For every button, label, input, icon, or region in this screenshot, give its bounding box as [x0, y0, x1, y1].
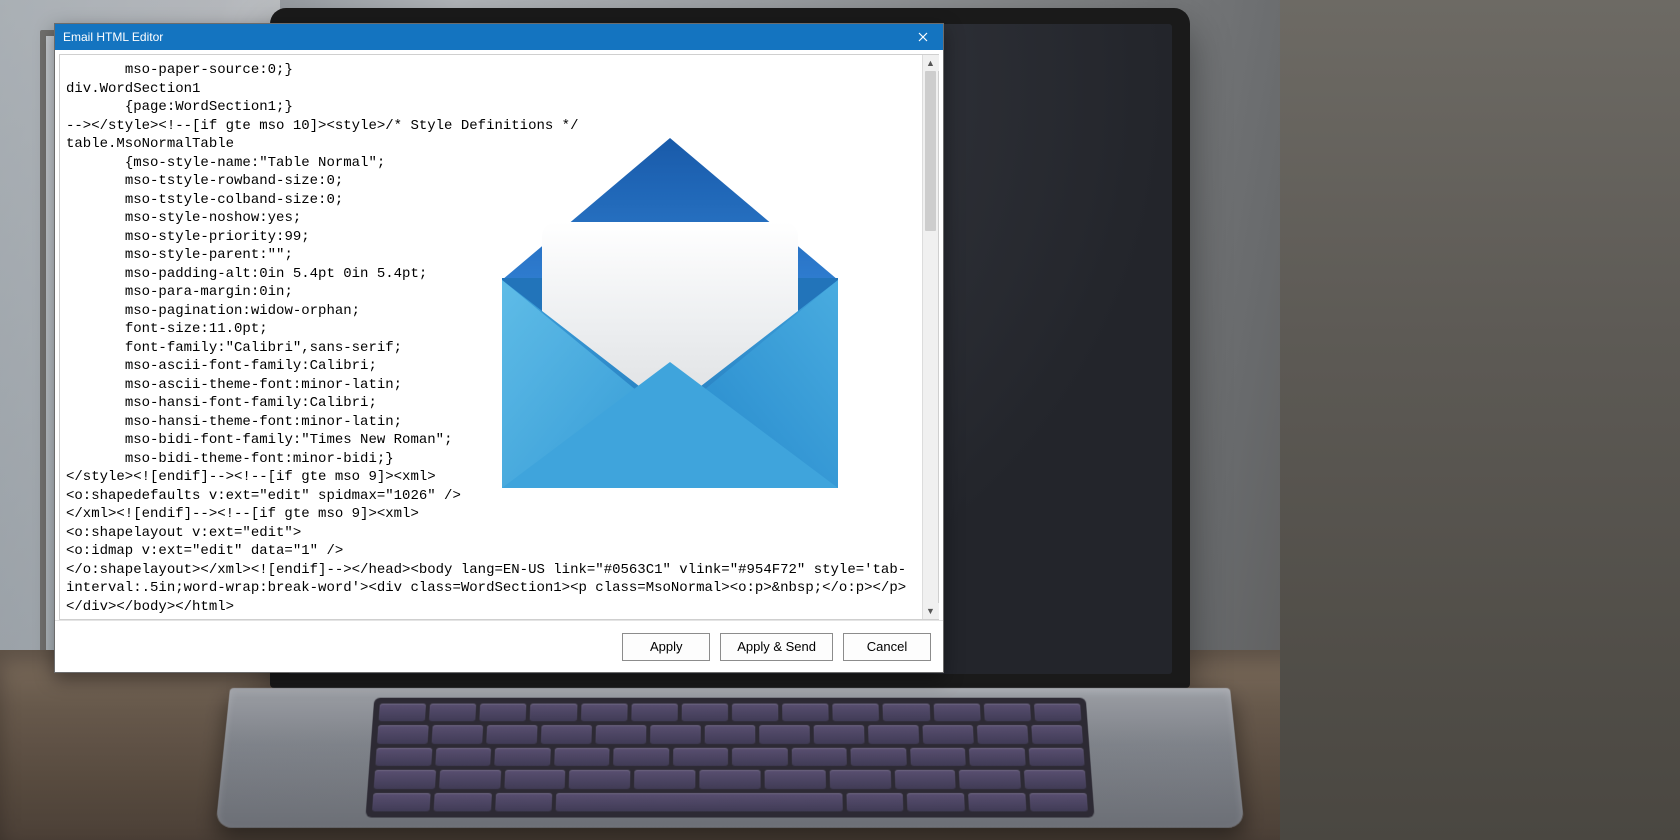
close-icon — [918, 32, 928, 42]
laptop-keyboard — [365, 698, 1094, 818]
dialog-button-row: Apply Apply & Send Cancel — [55, 620, 943, 672]
photo-background: Email HTML Editor mso-paper-source:0;} d… — [0, 0, 1680, 840]
laptop-deck — [215, 688, 1244, 828]
cancel-button[interactable]: Cancel — [843, 633, 931, 661]
scroll-down-arrow-icon[interactable]: ▼ — [923, 603, 939, 619]
window-title: Email HTML Editor — [63, 30, 163, 44]
html-source-textarea[interactable]: mso-paper-source:0;} div.WordSection1 {p… — [60, 55, 922, 619]
titlebar[interactable]: Email HTML Editor — [55, 24, 943, 50]
scroll-thumb[interactable] — [925, 71, 936, 231]
email-html-editor-dialog: Email HTML Editor mso-paper-source:0;} d… — [54, 23, 944, 673]
apply-and-send-button[interactable]: Apply & Send — [720, 633, 833, 661]
editor-container: mso-paper-source:0;} div.WordSection1 {p… — [59, 54, 939, 620]
close-button[interactable] — [903, 24, 943, 50]
apply-button[interactable]: Apply — [622, 633, 710, 661]
scroll-up-arrow-icon[interactable]: ▲ — [923, 55, 939, 71]
vertical-scrollbar[interactable]: ▲ ▼ — [922, 55, 938, 619]
